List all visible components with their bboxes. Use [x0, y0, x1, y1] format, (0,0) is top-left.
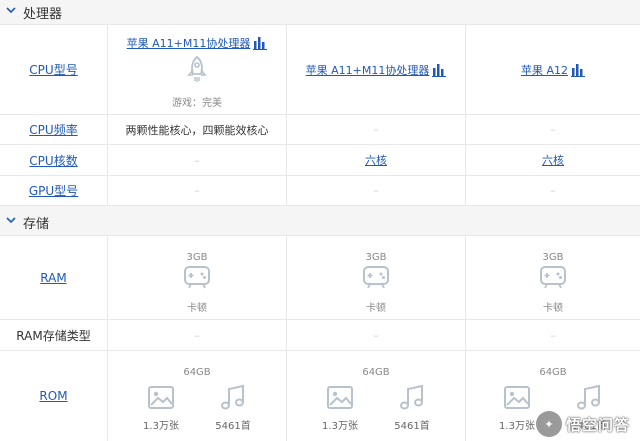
empty-value: – [194, 184, 200, 197]
empty-value: – [550, 328, 556, 342]
spec-label-cpu-freq[interactable]: CPU频率 [29, 121, 77, 138]
chevron-down-icon [6, 7, 16, 14]
music-note-icon [577, 384, 600, 410]
rom-size: 64GB [362, 367, 390, 378]
cpu-cores-link[interactable]: 六核 [365, 152, 387, 168]
cell-ram-3: 3GB 卡顿 [466, 236, 640, 319]
photo-count: 1.3万张 [322, 421, 358, 432]
ram-status: 卡顿 [366, 303, 386, 314]
wukong-logo-icon: ✦ [535, 411, 562, 437]
cell-ram-2: 3GB 卡顿 [287, 236, 466, 319]
section-header-storage[interactable]: 存储 [0, 206, 640, 236]
empty-value: – [373, 328, 379, 342]
cell-rom-1: 64GB 1.3万张 5461首 [108, 351, 287, 441]
cell-rom-2: 64GB 1.3万张 5461首 [287, 351, 466, 441]
processor-link[interactable]: 苹果 A12 [521, 62, 568, 78]
rocket-icon [187, 55, 207, 82]
row-ram: RAM 3GB 卡顿 3GB 卡顿 3GB 卡顿 [0, 236, 640, 320]
music-note-icon [400, 384, 423, 410]
rom-size: 64GB [539, 367, 567, 378]
chevron-down-icon [6, 217, 16, 224]
processor-link[interactable]: 苹果 A11+M11协处理器 [306, 62, 430, 78]
music-note-icon [221, 384, 244, 410]
song-count: 5461首 [394, 421, 430, 432]
spec-label-cpu-cores[interactable]: CPU核数 [29, 152, 77, 169]
row-gpu-model: GPU型号 – – – [0, 176, 640, 206]
ram-status: 卡顿 [543, 303, 563, 314]
bar-chart-icon[interactable] [432, 63, 447, 77]
section-title: 存储 [23, 217, 50, 232]
spec-label-gpu-model[interactable]: GPU型号 [29, 182, 78, 199]
rom-size: 64GB [183, 367, 211, 378]
gamepad-icon [363, 266, 389, 289]
game-performance-text: 游戏：完美 [172, 98, 222, 109]
spec-label-rom[interactable]: ROM [39, 389, 67, 403]
spec-label-ram-type: RAM存储类型 [16, 328, 91, 343]
empty-value: – [194, 153, 200, 167]
spec-label-cpu-model[interactable]: CPU型号 [29, 61, 77, 78]
section-header-processor[interactable]: 处理器 [0, 0, 640, 25]
gamepad-icon [184, 266, 210, 289]
image-icon [504, 386, 530, 409]
row-cpu-freq: CPU频率 两颗性能核心，四颗能效核心 – – [0, 115, 640, 145]
watermark-text: 悟空问答 [565, 415, 630, 434]
bar-chart-icon[interactable] [571, 63, 586, 77]
cpu-freq-value: 两颗性能核心，四颗能效核心 [125, 123, 269, 137]
bar-chart-icon[interactable] [253, 36, 268, 50]
photo-count: 1.3万张 [143, 421, 179, 432]
cell-cpu-model-2: 苹果 A11+M11协处理器 [287, 25, 466, 114]
row-cpu-model: CPU型号 苹果 A11+M11协处理器 游戏：完美 苹果 A11+M11协处理… [0, 25, 640, 115]
song-count: 5461首 [215, 421, 251, 432]
cpu-cores-link[interactable]: 六核 [542, 152, 564, 168]
watermark: ✦ 悟空问答 [535, 411, 630, 437]
ram-size: 3GB [365, 252, 387, 263]
empty-value: – [373, 184, 379, 197]
empty-value: – [373, 123, 379, 136]
empty-value: – [194, 328, 200, 342]
cell-cpu-model-1: 苹果 A11+M11协处理器 游戏：完美 [108, 25, 287, 114]
row-cpu-cores: CPU核数 – 六核 六核 [0, 145, 640, 176]
cell-ram-1: 3GB 卡顿 [108, 236, 287, 319]
row-ram-type: RAM存储类型 – – – [0, 320, 640, 351]
image-icon [327, 386, 353, 409]
image-icon [148, 386, 174, 409]
photo-count: 1.3万张 [499, 421, 535, 432]
section-title: 处理器 [23, 7, 63, 22]
spec-label-ram[interactable]: RAM [40, 271, 66, 285]
cell-cpu-model-3: 苹果 A12 [466, 25, 640, 114]
gamepad-icon [540, 266, 566, 289]
processor-link[interactable]: 苹果 A11+M11协处理器 [127, 35, 251, 51]
ram-status: 卡顿 [187, 303, 207, 314]
ram-size: 3GB [186, 252, 208, 263]
empty-value: – [550, 123, 556, 136]
empty-value: – [550, 184, 556, 197]
ram-size: 3GB [542, 252, 564, 263]
